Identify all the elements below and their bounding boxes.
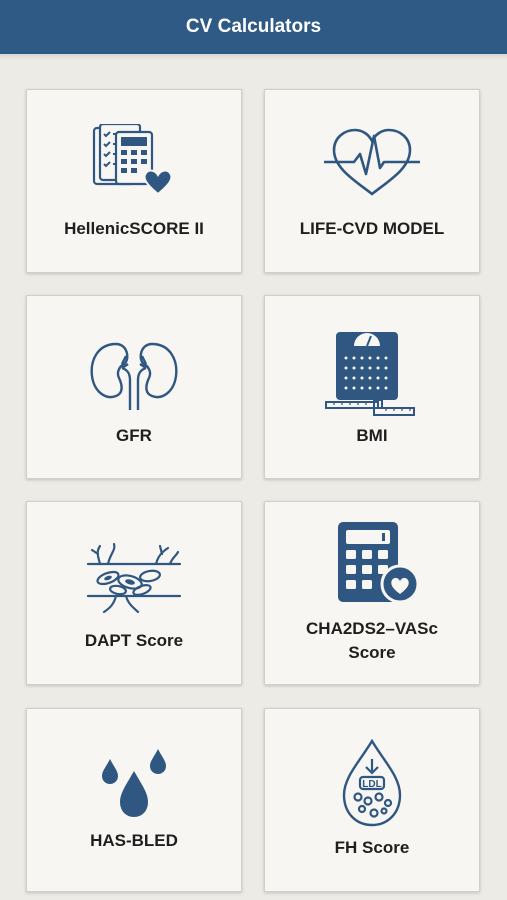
calculator-heart-icon (338, 522, 420, 604)
card-label-line1: CHA2DS2–VASc (306, 619, 438, 638)
svg-text:LDL: LDL (362, 779, 381, 790)
card-label-line2: Score (348, 643, 396, 662)
life-cvd-card[interactable]: LIFE-CVD MODEL (264, 89, 480, 273)
dapt-score-card[interactable]: DAPT Score (26, 501, 242, 685)
ldl-drop-icon: LDL (342, 739, 402, 827)
scale-icon (325, 332, 415, 416)
blood-drops-icon (102, 749, 166, 817)
card-label: HAS-BLED (90, 831, 178, 850)
kidneys-icon (90, 342, 178, 410)
hellenicscore-card[interactable]: HellenicSCORE II (26, 89, 242, 273)
card-label: GFR (116, 426, 152, 445)
cha2ds2-vasc-card[interactable]: CHA2DS2–VASc Score (264, 501, 480, 685)
card-label: BMI (356, 426, 388, 445)
app-header: CV Calculators (0, 0, 507, 54)
blood-vessel-icon (86, 542, 182, 614)
bmi-card[interactable]: BMI (264, 295, 480, 479)
page-title: CV Calculators (185, 16, 322, 37)
gfr-card[interactable]: GFR (26, 295, 242, 479)
heart-pulse-icon (324, 128, 420, 196)
fh-score-card[interactable]: LDL FH Score (264, 708, 480, 892)
has-bled-card[interactable]: HAS-BLED (26, 708, 242, 892)
card-label: DAPT Score (84, 631, 184, 650)
card-label: FH Score (334, 838, 410, 857)
card-label: LIFE-CVD MODEL (299, 219, 445, 238)
card-label: HellenicSCORE II (64, 219, 204, 238)
checklist-calculator-heart-icon (92, 124, 173, 196)
header-shadow (0, 54, 507, 60)
